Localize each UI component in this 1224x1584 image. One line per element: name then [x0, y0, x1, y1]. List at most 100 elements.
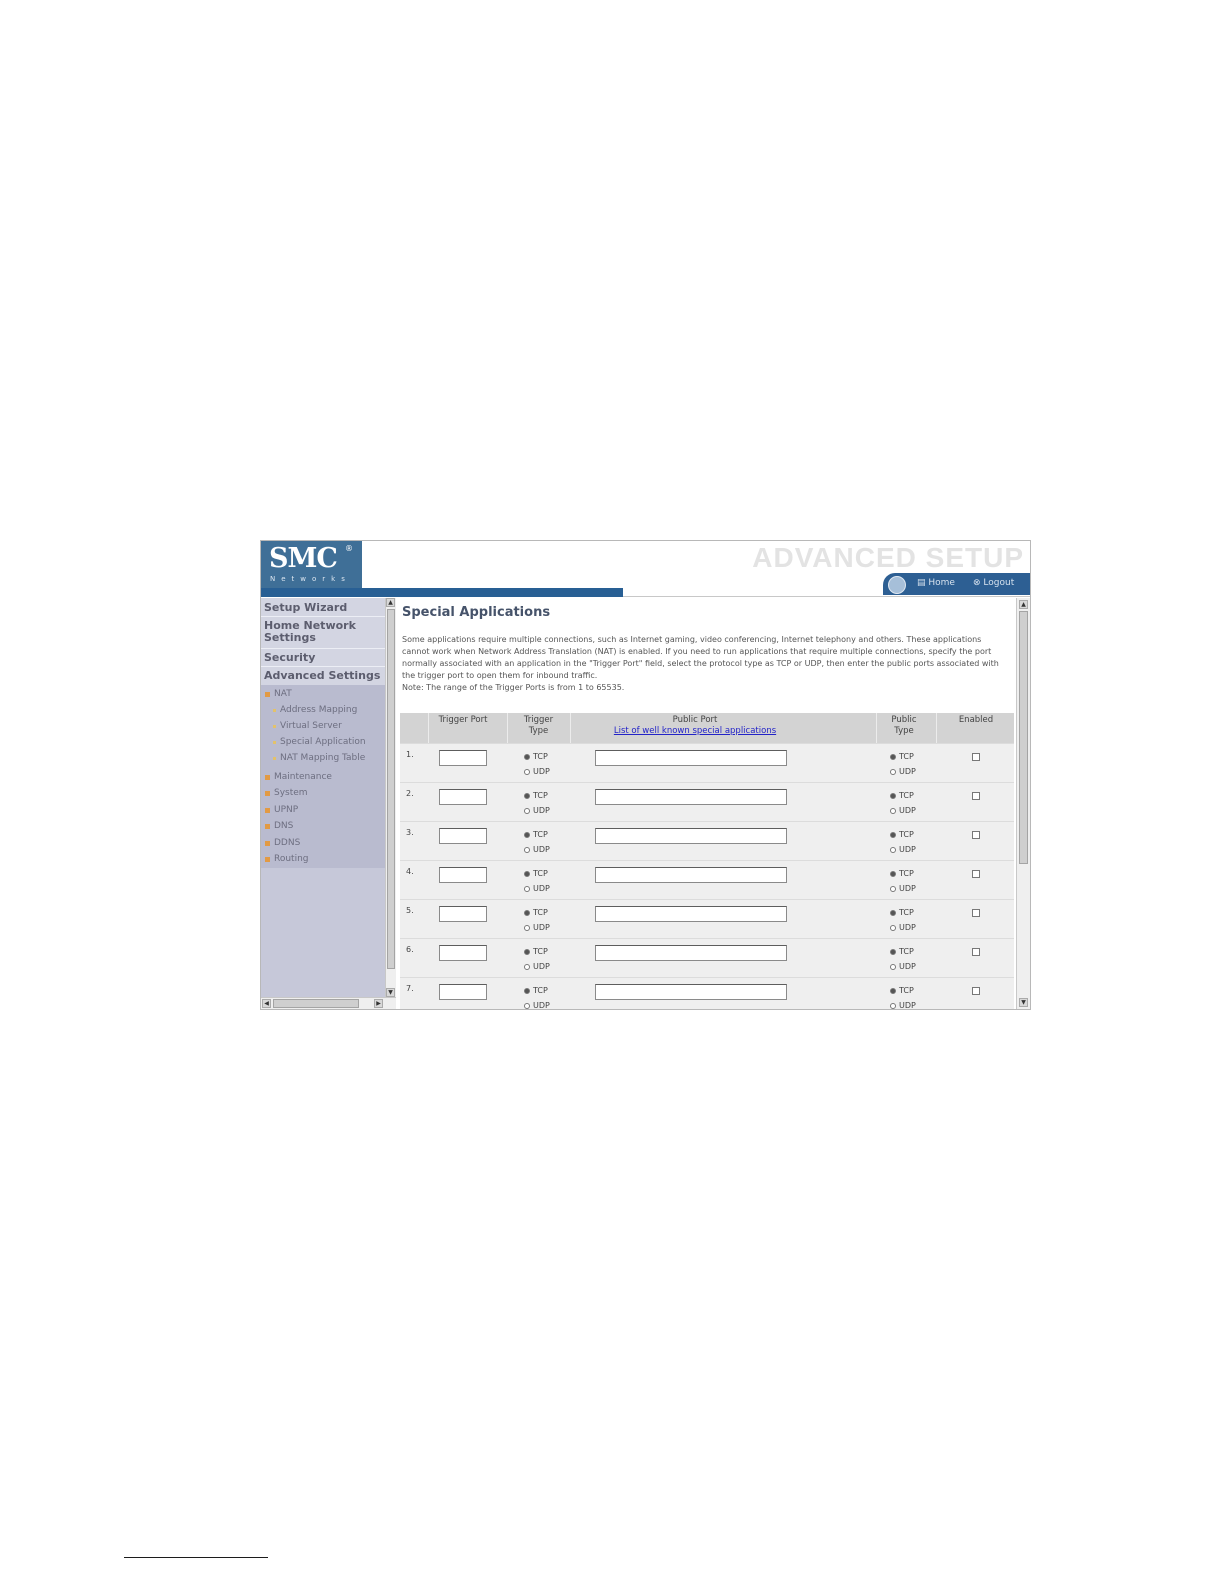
radio-empty-icon [890, 846, 896, 853]
sidebar-item-label: Routing [274, 854, 309, 864]
scroll-down-arrow-icon[interactable]: ▼ [386, 988, 395, 997]
sidebar-item-setup-wizard[interactable]: Setup Wizard [264, 602, 347, 614]
trigger-port-input[interactable] [439, 828, 487, 844]
main-content: Special Applications Some applications r… [398, 598, 1015, 1010]
table-row: 7. TCP UDP TCP UDP [400, 977, 1014, 1010]
table-row: 4. TCP UDP TCP UDP [400, 860, 1014, 899]
enabled-checkbox[interactable] [972, 831, 980, 839]
trigger-type-udp-radio[interactable]: UDP [524, 845, 550, 854]
radio-label: TCP [533, 752, 548, 761]
sidebar-horizontal-scrollbar[interactable]: ◀ ▶ [261, 997, 396, 1009]
sidebar-item-nat[interactable]: NAT [265, 689, 292, 699]
radio-label: TCP [899, 869, 914, 878]
public-type-tcp-radio[interactable]: TCP [890, 830, 914, 839]
radio-selected-icon [524, 870, 530, 877]
trigger-type-udp-radio[interactable]: UDP [524, 962, 550, 971]
public-type-tcp-radio[interactable]: TCP [890, 869, 914, 878]
public-port-input[interactable] [595, 867, 787, 883]
logout-link[interactable]: ⊗ Logout [973, 578, 1014, 588]
trigger-type-udp-radio[interactable]: UDP [524, 923, 550, 932]
sidebar-item-nat-mapping-table[interactable]: NAT Mapping Table [273, 753, 365, 763]
public-type-udp-radio[interactable]: UDP [890, 845, 916, 854]
scrollbar-thumb[interactable] [1019, 611, 1028, 864]
scroll-left-arrow-icon[interactable]: ◀ [262, 999, 271, 1008]
radio-label: UDP [899, 923, 916, 932]
public-port-input[interactable] [595, 906, 787, 922]
public-type-udp-radio[interactable]: UDP [890, 962, 916, 971]
scrollbar-thumb[interactable] [387, 609, 395, 969]
trigger-type-udp-radio[interactable]: UDP [524, 767, 550, 776]
bullet-icon [265, 856, 270, 862]
sidebar-item-virtual-server[interactable]: Virtual Server [273, 721, 342, 731]
sidebar-vertical-scrollbar[interactable]: ▲ ▼ [385, 598, 396, 999]
enabled-checkbox[interactable] [972, 792, 980, 800]
trigger-type-tcp-radio[interactable]: TCP [524, 869, 548, 878]
radio-label: TCP [533, 830, 548, 839]
scroll-right-arrow-icon[interactable]: ▶ [374, 999, 383, 1008]
public-type-tcp-radio[interactable]: TCP [890, 791, 914, 800]
radio-label: TCP [533, 908, 548, 917]
trigger-type-tcp-radio[interactable]: TCP [524, 908, 548, 917]
public-type-tcp-radio[interactable]: TCP [890, 947, 914, 956]
public-port-input[interactable] [595, 945, 787, 961]
enabled-checkbox[interactable] [972, 948, 980, 956]
public-type-udp-radio[interactable]: UDP [890, 1001, 916, 1010]
radio-empty-icon [890, 924, 896, 931]
trigger-port-input[interactable] [439, 750, 487, 766]
public-type-tcp-radio[interactable]: TCP [890, 986, 914, 995]
public-type-udp-radio[interactable]: UDP [890, 767, 916, 776]
radio-selected-icon [890, 870, 896, 877]
sidebar-item-upnp[interactable]: UPNP [265, 805, 298, 815]
trigger-type-tcp-radio[interactable]: TCP [524, 752, 548, 761]
content-vertical-scrollbar[interactable]: ▲ ▼ [1016, 598, 1030, 1009]
public-port-input[interactable] [595, 984, 787, 1000]
public-type-udp-radio[interactable]: UDP [890, 806, 916, 815]
trigger-port-input[interactable] [439, 906, 487, 922]
trigger-type-tcp-radio[interactable]: TCP [524, 791, 548, 800]
home-link[interactable]: ▤ Home [917, 578, 955, 588]
sidebar-item-routing[interactable]: Routing [265, 854, 309, 864]
sidebar-item-address-mapping[interactable]: Address Mapping [273, 705, 357, 715]
scroll-down-arrow-icon[interactable]: ▼ [1019, 998, 1028, 1007]
enabled-checkbox[interactable] [972, 987, 980, 995]
enabled-checkbox[interactable] [972, 909, 980, 917]
trigger-type-tcp-radio[interactable]: TCP [524, 830, 548, 839]
trigger-type-udp-radio[interactable]: UDP [524, 1001, 550, 1009]
trigger-port-input[interactable] [439, 789, 487, 805]
sidebar-item-security[interactable]: Security [264, 652, 315, 664]
sidebar-item-special-application[interactable]: Special Application [273, 737, 366, 747]
trigger-type-udp-radio[interactable]: UDP [524, 806, 550, 815]
sidebar-item-maintenance[interactable]: Maintenance [265, 772, 332, 782]
public-type-tcp-radio[interactable]: TCP [890, 908, 914, 917]
public-port-input[interactable] [595, 750, 787, 766]
trigger-port-input[interactable] [439, 945, 487, 961]
enabled-checkbox[interactable] [972, 753, 980, 761]
trigger-port-input[interactable] [439, 984, 487, 1000]
public-port-input[interactable] [595, 789, 787, 805]
sidebar-item-dns[interactable]: DNS [265, 821, 293, 831]
public-type-tcp-radio[interactable]: TCP [890, 752, 914, 761]
sidebar-item-label: Address Mapping [280, 705, 358, 715]
sidebar-item-label: System [274, 788, 308, 798]
radio-label: UDP [899, 1001, 916, 1010]
sidebar-item-system[interactable]: System [265, 788, 308, 798]
public-port-input[interactable] [595, 828, 787, 844]
trigger-type-tcp-radio[interactable]: TCP [524, 947, 548, 956]
public-type-udp-radio[interactable]: UDP [890, 923, 916, 932]
row-number: 5. [406, 906, 414, 915]
page-header-title: ADVANCED SETUP [752, 542, 1024, 573]
scrollbar-thumb[interactable] [273, 999, 359, 1008]
enabled-checkbox[interactable] [972, 870, 980, 878]
sidebar-item-ddns[interactable]: DDNS [265, 838, 300, 848]
radio-label: TCP [533, 947, 548, 956]
radio-selected-icon [524, 831, 530, 838]
scroll-up-arrow-icon[interactable]: ▲ [1019, 600, 1028, 609]
well-known-applications-link[interactable]: List of well known special applications [614, 726, 776, 736]
trigger-type-tcp-radio[interactable]: TCP [524, 986, 548, 995]
scroll-up-arrow-icon[interactable]: ▲ [386, 598, 395, 607]
trigger-port-input[interactable] [439, 867, 487, 883]
sidebar-item-advanced-settings[interactable]: Advanced Settings [264, 670, 380, 682]
sidebar-item-home-network-settings[interactable]: Home Network Settings [264, 620, 374, 644]
trigger-type-udp-radio[interactable]: UDP [524, 884, 550, 893]
public-type-udp-radio[interactable]: UDP [890, 884, 916, 893]
